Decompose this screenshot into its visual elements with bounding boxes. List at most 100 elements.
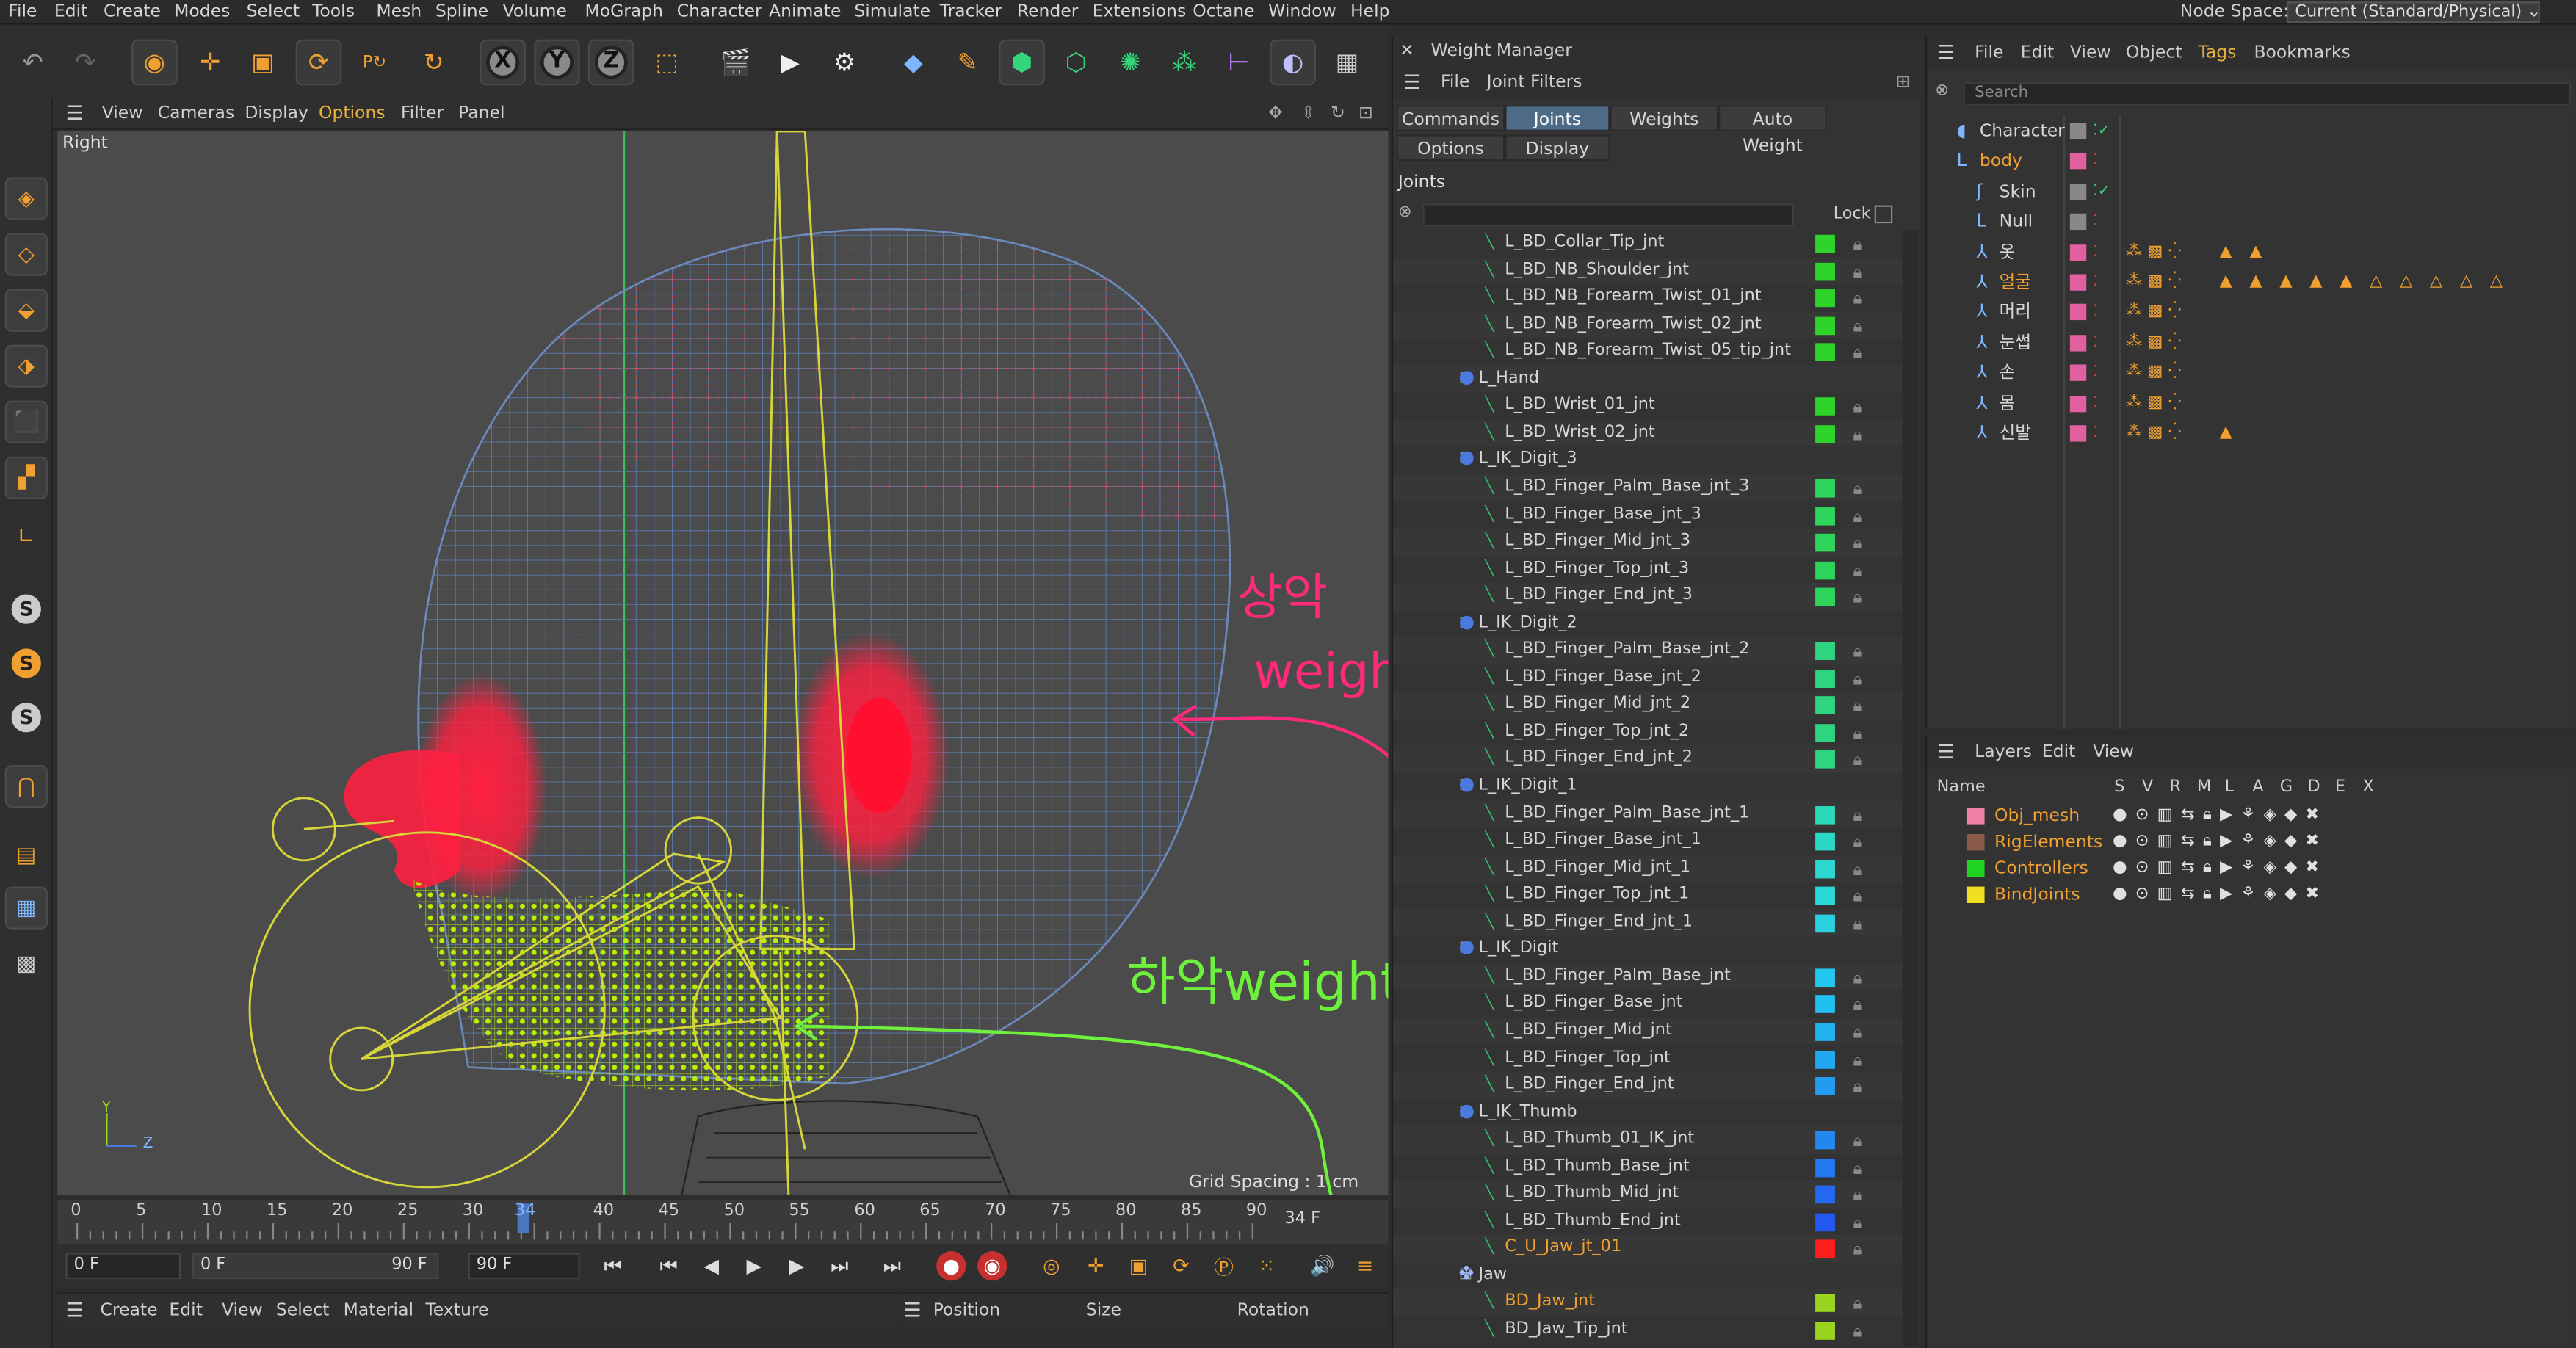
weight-tag-icon[interactable]: ▲ [2279, 268, 2292, 297]
viewport-menu-panel[interactable]: Panel [458, 98, 504, 129]
weight-tag-icon[interactable]: ▲ [2249, 268, 2262, 297]
points-mode-icon[interactable]: ⬙ [4, 289, 48, 332]
axis-mode-icon[interactable]: ∟ [5, 515, 48, 558]
weight-tag-icon[interactable]: △ [2370, 268, 2382, 297]
layer-color-tag[interactable] [2069, 153, 2087, 170]
joint-row[interactable]: ⊟ ● L_IK_Digit_3 [1393, 447, 1903, 474]
timeline-ruler[interactable]: 0 5 10 15 20 25 30 34 40 45 50 55 60 65 70 75 80 85 90 34 … [57, 1200, 1389, 1245]
3d-viewport[interactable]: Right Y Z Grid Spacing : 1 cm 상악 weights… [57, 131, 1389, 1196]
joint-row[interactable]: ╲ L_BD_Collar_Tip_jnt 🔒︎ [1393, 230, 1903, 257]
current-frame-field[interactable]: 34 F [1278, 1208, 1361, 1235]
joint-color-swatch[interactable] [1815, 289, 1835, 308]
previous-frame-icon[interactable]: ◀ [695, 1251, 728, 1280]
joint-color-swatch[interactable] [1815, 587, 1835, 606]
object-row[interactable]: ◖ Character ⁚✓ [1927, 117, 2576, 146]
lock-icon[interactable]: 🔒︎ [1853, 1211, 1862, 1239]
object-row[interactable]: Lbody ⁚ [1927, 147, 2576, 176]
layers-menu-edit[interactable]: Edit [2042, 736, 2076, 769]
joint-color-swatch[interactable] [1815, 424, 1835, 443]
lock-icon[interactable]: 🔒︎ [1853, 913, 1862, 940]
lock-icon[interactable]: 🔒︎ [1853, 1320, 1862, 1347]
joint-row[interactable]: ⊟ ✤ Jaw [1393, 1262, 1903, 1289]
visibility-dots-icon[interactable]: ⁚ [2093, 388, 2097, 418]
tab-options[interactable]: Options [1396, 134, 1505, 162]
material-menu-create[interactable]: Create [100, 1294, 157, 1327]
joint-color-swatch[interactable] [1815, 533, 1835, 552]
weight-tag-icon[interactable]: △ [2430, 268, 2442, 297]
joint-row[interactable]: ╲ L_BD_Finger_End_jnt_2 🔒︎ [1393, 746, 1903, 774]
render-view-icon[interactable]: 🎬 [713, 40, 759, 86]
weight-tag-icon[interactable]: ▲ [2340, 268, 2352, 297]
weight-tag-icon[interactable]: △ [2460, 268, 2472, 297]
joint-color-swatch[interactable] [1815, 723, 1835, 742]
menu-modes[interactable]: Modes [174, 0, 230, 25]
joint-row[interactable]: ╲ L_BD_Finger_Top_jnt_3 🔒︎ [1393, 556, 1903, 583]
joint-row[interactable]: ╲ L_BD_Wrist_01_jnt 🔒︎ [1393, 393, 1903, 420]
undo-icon[interactable]: ↶ [10, 40, 56, 86]
menu-file[interactable]: File [8, 0, 37, 25]
weight-tag-icon[interactable]: ▲ [2219, 268, 2232, 297]
lock-icon[interactable]: 🔒︎ [1853, 994, 1862, 1021]
menu-simulate[interactable]: Simulate [854, 0, 930, 25]
joint-row[interactable]: ╲ L_BD_Finger_Mid_jnt_3 🔒︎ [1393, 529, 1903, 557]
joint-row[interactable]: ╲ L_BD_Finger_End_jnt_1 🔒︎ [1393, 909, 1903, 937]
lock-icon[interactable]: 🔒︎ [1853, 967, 1862, 994]
object-tags-icon[interactable]: ⁂ ▩ ⁛ [2126, 298, 2182, 327]
layer-color-tag[interactable] [2069, 123, 2087, 140]
wm-menu-file[interactable]: File [1441, 65, 1469, 98]
joint-color-swatch[interactable] [1815, 1131, 1835, 1150]
end-frame-field[interactable]: 90 F [468, 1253, 580, 1280]
menu-tracker[interactable]: Tracker [940, 0, 1002, 25]
joint-row[interactable]: ╲ L_BD_Finger_Mid_jnt_2 🔒︎ [1393, 692, 1903, 720]
node-space-dropdown[interactable]: Current (Standard/Physical) ⌄ [2287, 1, 2540, 23]
clear-search-icon[interactable]: ⊗ [1398, 203, 1412, 222]
tab-display[interactable]: Display [1505, 134, 1610, 162]
next-key-icon[interactable]: ⏭ [823, 1251, 856, 1280]
visibility-dots-icon[interactable]: ⁚ [2093, 358, 2097, 388]
lock-icon[interactable]: 🔒︎ [1853, 885, 1862, 913]
layer-toggle-icons[interactable]: ●⊙▥⇆🔒︎▶⚘◈◆✖ [2113, 803, 2327, 830]
joint-row[interactable]: ╲ BD_Jaw_Tip_jnt 🔒︎ [1393, 1317, 1903, 1344]
grid-lock-icon[interactable]: ▩ [5, 943, 48, 985]
close-icon[interactable]: ✕ [1400, 36, 1414, 65]
weight-tag-icon[interactable]: △ [2400, 268, 2412, 297]
lock-icon[interactable]: 🔒︎ [1853, 1293, 1862, 1320]
joint-search-input[interactable] [1422, 203, 1795, 227]
joint-row[interactable]: ╲ C_U_Jaw_jt_01 🔒︎ [1393, 1235, 1903, 1263]
menu-select[interactable]: Select [247, 0, 300, 25]
object-row[interactable]: ⅄ 머리 ⁚ ⁂ ▩ ⁛ [1927, 298, 2576, 327]
viewport-menu-options[interactable]: Options [319, 98, 386, 129]
material-menu-view[interactable]: View [222, 1294, 263, 1327]
joint-row[interactable]: ╲ L_BD_Finger_Top_jnt_2 🔒︎ [1393, 719, 1903, 746]
weight-tag-icon[interactable]: △ [2490, 268, 2503, 297]
joint-list-scrollbar[interactable] [1902, 230, 1920, 1347]
visibility-dots-icon[interactable]: ⁚✓ [2093, 177, 2110, 206]
lock-icon[interactable]: 🔒︎ [1853, 1076, 1862, 1103]
lock-icon[interactable]: 🔒︎ [1853, 505, 1862, 532]
lock-icon[interactable]: 🔒︎ [1853, 288, 1862, 315]
om-menu-file[interactable]: File [1975, 36, 2003, 69]
joint-color-swatch[interactable] [1815, 996, 1835, 1014]
visibility-dots-icon[interactable]: ⁚ [2093, 328, 2097, 358]
recent-tool-icon[interactable]: ↻ [410, 40, 457, 86]
material-menu-material[interactable]: Material [344, 1294, 413, 1327]
layer-color-tag[interactable] [2069, 184, 2087, 200]
lock-icon[interactable]: 🔒︎ [1853, 315, 1862, 342]
object-row[interactable]: ⅄ 옷 ⁚ ⁂ ▩ ⁛ ▲ ▲ [1927, 237, 2576, 267]
joint-row[interactable]: ╲ L_BD_Finger_Base_jnt 🔒︎ [1393, 990, 1903, 1018]
joint-color-swatch[interactable] [1815, 887, 1835, 905]
om-menu-view[interactable]: View [2070, 36, 2111, 69]
object-row[interactable]: ⅄ 눈썹 ⁚ ⁂ ▩ ⁛ [1927, 328, 2576, 358]
layer-color-tag[interactable] [2069, 334, 2087, 352]
environment-icon[interactable]: ◐ [1270, 39, 1316, 86]
joint-row[interactable]: ╲ L_BD_Finger_Mid_jnt_1 🔒︎ [1393, 855, 1903, 883]
lock-icon[interactable]: 🔒︎ [1853, 1157, 1862, 1184]
key-param-icon[interactable]: Ⓟ [1207, 1251, 1240, 1280]
rotate-tool-icon[interactable]: ⟳ [295, 39, 342, 86]
layer-row[interactable]: RigElements ●⊙▥⇆🔒︎▶⚘◈◆✖ [1927, 829, 2576, 855]
sound-icon[interactable]: 🔊 [1306, 1251, 1339, 1280]
joint-row[interactable]: ╲ L_BD_Finger_End_jnt_3 🔒︎ [1393, 583, 1903, 611]
joint-color-swatch[interactable] [1815, 1240, 1835, 1258]
joint-color-swatch[interactable] [1815, 316, 1835, 335]
weight-tag-icon[interactable]: ▲ [2249, 237, 2262, 267]
